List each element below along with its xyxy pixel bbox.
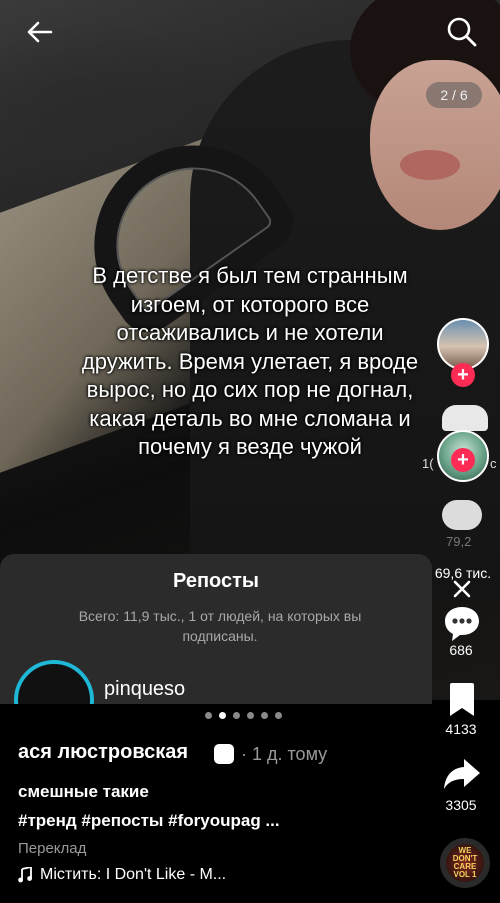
- close-sheet-button[interactable]: [444, 576, 480, 602]
- comment-icon: [445, 607, 479, 641]
- music-row[interactable]: Містить: I Don't Like - M...: [18, 866, 226, 884]
- translate-link[interactable]: Переклад: [18, 840, 86, 857]
- partial-label-left: 1(: [422, 456, 434, 471]
- back-button[interactable]: [20, 12, 60, 52]
- comment-button[interactable]: [440, 603, 484, 643]
- carousel-dot: [261, 712, 268, 719]
- author-name[interactable]: ася люстровская: [18, 741, 188, 764]
- photo-lips: [400, 150, 460, 180]
- save-button[interactable]: [445, 680, 479, 720]
- reposts-sheet[interactable]: Репосты Всего: 11,9 тыс., 1 от людей, на…: [0, 554, 432, 704]
- carousel-dot: [219, 712, 226, 719]
- post-hashtags[interactable]: #тренд #репосты #foryoupag ...: [18, 811, 280, 831]
- follow-plus-icon[interactable]: +: [451, 363, 475, 387]
- saves-count: 4133: [445, 721, 477, 737]
- carousel-dot: [205, 712, 212, 719]
- search-button[interactable]: [442, 12, 482, 52]
- music-note-icon: [18, 867, 32, 883]
- comments-count: 686: [449, 642, 473, 658]
- like-icon-faded: [442, 500, 482, 530]
- reposts-title: Репосты: [173, 570, 259, 592]
- arrow-left-icon: [27, 21, 53, 43]
- slide-counter: 2 / 6: [426, 82, 482, 108]
- search-icon: [447, 17, 477, 47]
- friend-badge-icon: [214, 744, 234, 764]
- partial-label-right: c: [490, 456, 497, 471]
- heart-icon-faded: [442, 405, 488, 431]
- post-description: смешные такие: [18, 782, 149, 801]
- share-button[interactable]: [441, 756, 483, 792]
- bookmark-icon: [450, 683, 474, 716]
- close-icon: [453, 580, 471, 598]
- partial-count: 79,2: [446, 534, 472, 549]
- share-arrow-icon: [444, 759, 480, 789]
- reposter-list-avatar[interactable]: [14, 660, 94, 704]
- album-art-text: WE DON'T CARE VOL 1: [452, 846, 478, 879]
- photo-caption: В детстве я был тем странным изгоем, от …: [81, 263, 419, 459]
- carousel-dot: [247, 712, 254, 719]
- music-disc[interactable]: WE DON'T CARE VOL 1: [440, 838, 490, 888]
- follow-plus-icon-2[interactable]: +: [451, 448, 475, 472]
- shares-count: 3305: [445, 797, 477, 813]
- reposts-subtitle: Всего: 11,9 тыс., 1 от людей, на которых…: [78, 608, 362, 644]
- music-label: Містить: I Don't Like - M...: [40, 866, 227, 883]
- carousel-dots: [205, 712, 282, 719]
- carousel-dot: [275, 712, 282, 719]
- reposter-username[interactable]: pinqueso: [104, 678, 185, 701]
- carousel-dot: [233, 712, 240, 719]
- post-time: · 1 д. тому: [241, 744, 328, 764]
